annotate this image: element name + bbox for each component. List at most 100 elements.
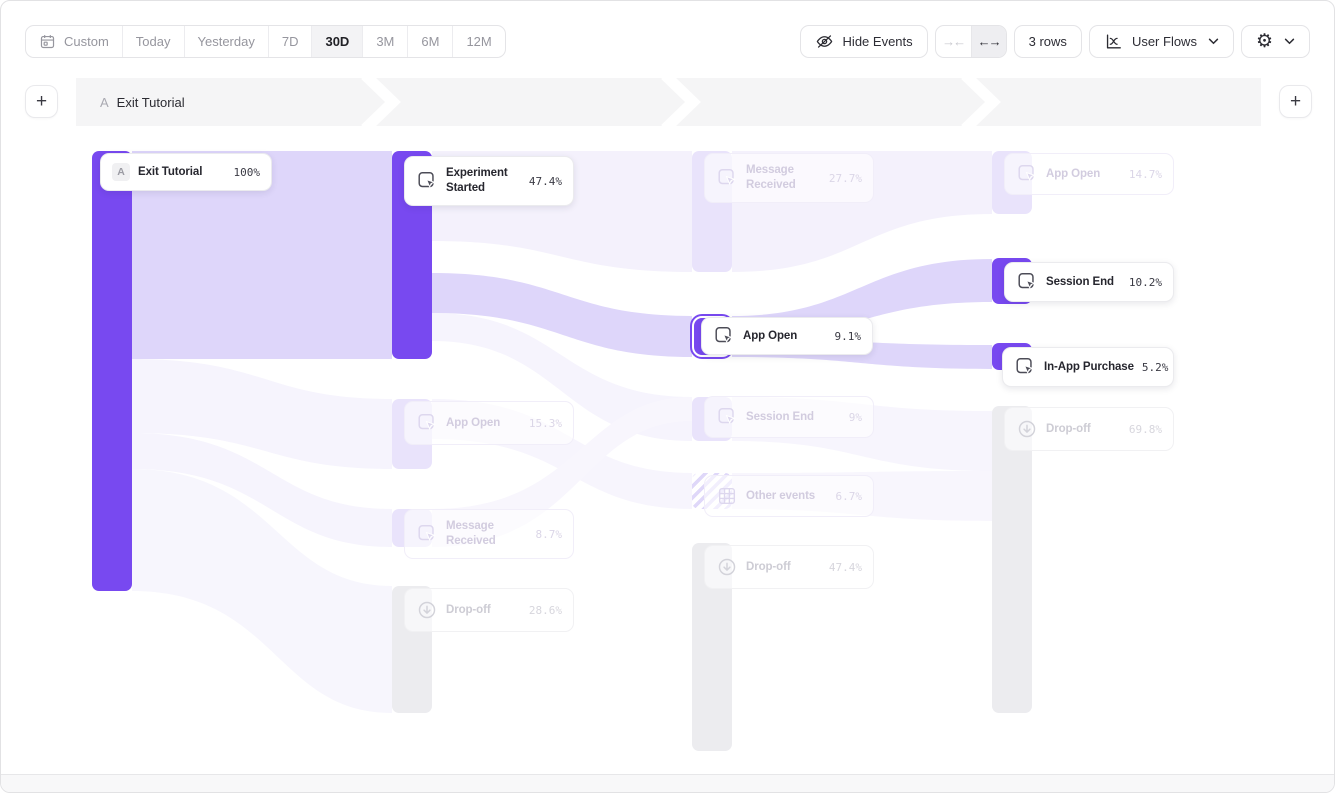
node-percent: 27.7%: [829, 172, 862, 185]
node-percent: 14.7%: [1129, 168, 1162, 181]
node-label: Drop-off: [1046, 422, 1121, 437]
eye-off-icon: [815, 32, 834, 51]
node-label: Message Received: [446, 519, 528, 549]
date-range-6m[interactable]: 6M: [407, 26, 452, 57]
node-card-exit-tutorial[interactable]: A Exit Tutorial 100%: [100, 153, 272, 191]
date-range-12m[interactable]: 12M: [452, 26, 504, 57]
view-type-label: User Flows: [1132, 34, 1197, 49]
node-card-experiment-started[interactable]: Experiment Started 47.4%: [404, 156, 574, 206]
expand-columns-button[interactable]: ←→: [971, 26, 1006, 57]
node-bar-exit-tutorial[interactable]: [92, 151, 132, 591]
flow-start-title: A Exit Tutorial: [100, 78, 185, 126]
node-card-in-app-purchase[interactable]: In-App Purchase 5.2%: [1002, 347, 1174, 387]
node-percent: 28.6%: [529, 604, 562, 617]
dropoff-icon: [1016, 418, 1038, 440]
node-label: Session End: [1046, 275, 1121, 290]
node-card-dropoff-4[interactable]: Drop-off 69.8%: [1004, 407, 1174, 451]
user-flows-app: Custom Today Yesterday 7D 30D 3M 6M 12M …: [0, 0, 1335, 793]
node-bar-dropoff-4[interactable]: [992, 406, 1032, 713]
event-icon: [1014, 356, 1036, 378]
date-range-today[interactable]: Today: [122, 26, 184, 57]
node-label: Message Received: [746, 163, 821, 193]
rows-button[interactable]: 3 rows: [1014, 25, 1082, 58]
chevron-down-icon: [1284, 38, 1295, 45]
node-percent: 9%: [849, 411, 862, 424]
event-icon: [416, 170, 438, 192]
node-card-session-end-4[interactable]: Session End 10.2%: [1004, 262, 1174, 302]
gear-icon: ⚙: [1256, 32, 1273, 51]
chevron-down-icon: [1208, 38, 1219, 45]
event-icon: [716, 167, 738, 189]
node-label: App Open: [446, 416, 521, 431]
node-card-app-open-3[interactable]: App Open 9.1%: [701, 317, 873, 355]
hide-events-label: Hide Events: [843, 34, 913, 49]
event-icon: [416, 412, 438, 434]
flow-title: Exit Tutorial: [117, 95, 185, 110]
node-label: Drop-off: [446, 603, 521, 618]
bottom-scroll-strip[interactable]: [1, 774, 1334, 792]
node-card-app-open-4[interactable]: App Open 14.7%: [1004, 153, 1174, 195]
node-card-dropoff-2[interactable]: Drop-off 28.6%: [404, 588, 574, 632]
calendar-icon: [39, 33, 56, 50]
date-range-30d[interactable]: 30D: [311, 26, 362, 57]
node-label: Exit Tutorial: [138, 165, 226, 180]
column-separator-chevron: [961, 78, 1001, 126]
node-card-other-events[interactable]: Other events 6.7%: [704, 475, 874, 517]
view-type-dropdown[interactable]: User Flows: [1089, 25, 1234, 58]
event-icon: [716, 406, 738, 428]
date-range-label: Custom: [64, 34, 109, 49]
node-label: App Open: [743, 329, 827, 344]
node-card-message-received-3[interactable]: Message Received 27.7%: [704, 153, 874, 203]
node-percent: 47.4%: [829, 561, 862, 574]
node-percent: 15.3%: [529, 417, 562, 430]
node-percent: 5.2%: [1142, 361, 1169, 374]
flow-header-band: A Exit Tutorial: [76, 78, 1261, 126]
grid-icon: [716, 485, 738, 507]
column-separator-chevron: [361, 78, 401, 126]
node-card-session-end-3[interactable]: Session End 9%: [704, 396, 874, 438]
date-range-3m[interactable]: 3M: [362, 26, 407, 57]
sankey-stage: A Exit Tutorial 100% Experiment Started …: [1, 126, 1335, 776]
arrows-collapse-icon: →←: [942, 34, 964, 49]
column-separator-chevron: [661, 78, 701, 126]
node-label: App Open: [1046, 167, 1121, 182]
event-icon: [416, 523, 438, 545]
node-label: Session End: [746, 410, 841, 425]
add-step-left-button[interactable]: +: [25, 85, 58, 118]
toolbar-right: Hide Events →← ←→ 3 rows User Flows ⚙: [800, 25, 1310, 58]
dropoff-icon: [416, 599, 438, 621]
node-label: In-App Purchase: [1044, 360, 1134, 375]
date-range-custom[interactable]: Custom: [26, 26, 122, 57]
node-label: Drop-off: [746, 560, 821, 575]
column-width-toggle: →← ←→: [935, 25, 1007, 58]
node-percent: 6.7%: [836, 490, 863, 503]
flows-chart-icon: [1104, 32, 1123, 51]
node-percent: 9.1%: [835, 330, 862, 343]
event-icon: [1016, 271, 1038, 293]
event-badge: A: [112, 163, 130, 181]
node-card-dropoff-3[interactable]: Drop-off 47.4%: [704, 545, 874, 589]
node-percent: 10.2%: [1129, 276, 1162, 289]
date-range-7d[interactable]: 7D: [268, 26, 312, 57]
event-badge-letter: A: [100, 95, 109, 110]
event-icon: [713, 325, 735, 347]
settings-dropdown[interactable]: ⚙: [1241, 25, 1310, 58]
dropoff-icon: [716, 556, 738, 578]
node-percent: 100%: [234, 166, 261, 179]
node-percent: 8.7%: [536, 528, 563, 541]
arrows-expand-icon: ←→: [978, 34, 1000, 49]
event-icon: [1016, 163, 1038, 185]
rows-label: 3 rows: [1029, 34, 1067, 49]
node-card-app-open-2[interactable]: App Open 15.3%: [404, 401, 574, 445]
hide-events-button[interactable]: Hide Events: [800, 25, 928, 58]
node-label: Other events: [746, 489, 828, 504]
node-percent: 47.4%: [529, 175, 562, 188]
date-range-group: Custom Today Yesterday 7D 30D 3M 6M 12M: [25, 25, 506, 58]
date-range-yesterday[interactable]: Yesterday: [184, 26, 268, 57]
node-label: Experiment Started: [446, 166, 521, 196]
toolbar: Custom Today Yesterday 7D 30D 3M 6M 12M …: [25, 25, 1310, 58]
node-percent: 69.8%: [1129, 423, 1162, 436]
node-card-message-received-2[interactable]: Message Received 8.7%: [404, 509, 574, 559]
collapse-columns-button[interactable]: →←: [936, 26, 971, 57]
add-step-right-button[interactable]: +: [1279, 85, 1312, 118]
